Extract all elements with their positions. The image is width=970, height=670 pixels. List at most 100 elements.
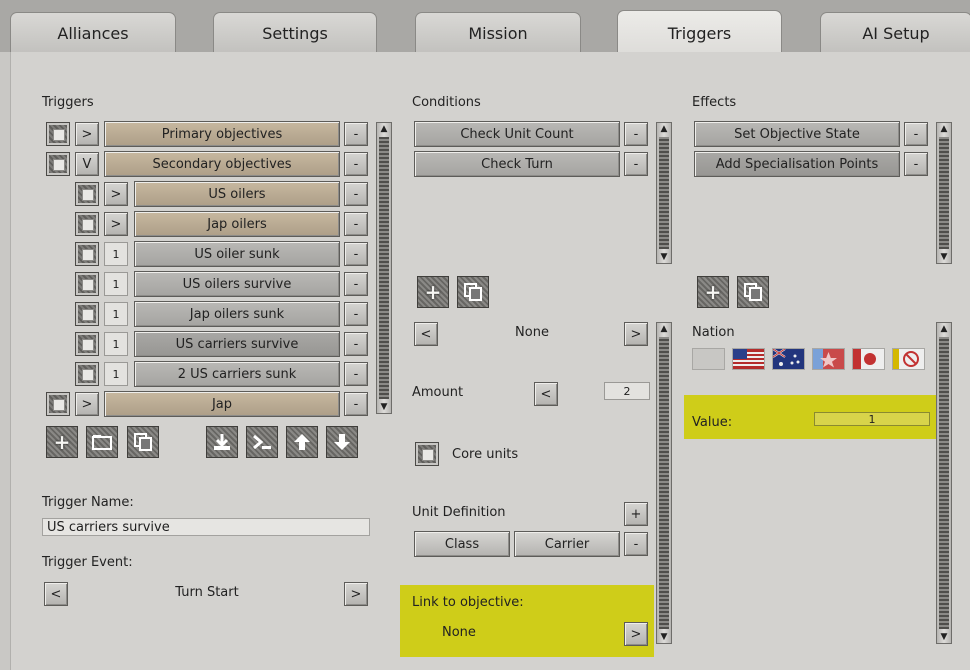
expand-button[interactable]: > <box>75 392 99 416</box>
scroll-up-icon[interactable]: ▲ <box>657 123 671 135</box>
trigger-checkbox[interactable] <box>75 272 99 296</box>
condition-item[interactable]: Check Turn <box>414 151 620 177</box>
value-input[interactable]: 1 <box>814 412 930 426</box>
conditions-scrollbar[interactable]: ▲ ▼ <box>656 122 672 264</box>
remove-effect-button[interactable]: - <box>904 152 928 176</box>
trigger-checkbox[interactable] <box>46 122 70 146</box>
trigger-item[interactable]: Jap oilers sunk <box>134 301 340 327</box>
trigger-item[interactable]: 2 US carriers sunk <box>134 361 340 387</box>
trigger-item[interactable]: US oilers survive <box>134 271 340 297</box>
scroll-thumb[interactable] <box>659 337 669 629</box>
move-down-icon[interactable] <box>326 426 358 458</box>
scroll-thumb[interactable] <box>379 137 389 399</box>
trigger-item-selected[interactable]: US carriers survive <box>134 331 340 357</box>
trigger-item[interactable]: Secondary objectives <box>104 151 340 177</box>
trigger-checkbox[interactable] <box>75 212 99 236</box>
red-star-flag-icon[interactable] <box>812 348 845 370</box>
scroll-up-icon[interactable]: ▲ <box>657 323 671 335</box>
remove-effect-button[interactable]: - <box>904 122 928 146</box>
effect-item-selected[interactable]: Add Specialisation Points <box>694 151 900 177</box>
copy-icon[interactable] <box>737 276 769 308</box>
trigger-item[interactable]: Jap oilers <box>134 211 340 237</box>
trigger-item[interactable]: Jap <box>104 391 340 417</box>
trigger-item[interactable]: US oiler sunk <box>134 241 340 267</box>
condition-prev-button[interactable]: < <box>414 322 438 346</box>
trigger-checkbox[interactable] <box>75 302 99 326</box>
none-flag-icon[interactable] <box>692 348 725 370</box>
amount-value[interactable]: 2 <box>604 382 650 400</box>
condition-next-button[interactable]: > <box>624 322 648 346</box>
remove-trigger-button[interactable]: - <box>344 242 368 266</box>
trigger-item[interactable]: US oilers <box>134 181 340 207</box>
trigger-checkbox[interactable] <box>75 362 99 386</box>
scroll-down-icon[interactable]: ▼ <box>377 401 391 413</box>
japan-flag-icon[interactable] <box>852 348 885 370</box>
core-units-checkbox[interactable] <box>415 442 439 466</box>
scroll-up-icon[interactable]: ▲ <box>937 123 951 135</box>
condition-details-scrollbar[interactable]: ▲ ▼ <box>656 322 672 644</box>
expand-button[interactable]: > <box>75 122 99 146</box>
class-button[interactable]: Class <box>414 531 510 557</box>
expand-button[interactable]: > <box>104 182 128 206</box>
tab-triggers[interactable]: Triggers <box>617 10 782 55</box>
trigger-checkbox[interactable] <box>75 332 99 356</box>
move-up-icon[interactable] <box>286 426 318 458</box>
scroll-down-icon[interactable]: ▼ <box>937 631 951 643</box>
remove-condition-button[interactable]: - <box>624 122 648 146</box>
condition-item[interactable]: Check Unit Count <box>414 121 620 147</box>
prohibited-flag-icon[interactable] <box>892 348 925 370</box>
trigger-checkbox[interactable] <box>46 392 70 416</box>
australia-flag-icon[interactable] <box>772 348 805 370</box>
tab-mission[interactable]: Mission <box>415 12 581 53</box>
effect-item[interactable]: Set Objective State <box>694 121 900 147</box>
remove-trigger-button[interactable]: - <box>344 122 368 146</box>
amount-decrease-button[interactable]: < <box>534 382 558 406</box>
scroll-thumb[interactable] <box>659 137 669 249</box>
add-unit-definition-button[interactable]: + <box>624 502 648 526</box>
tab-alliances[interactable]: Alliances <box>10 12 176 53</box>
italy-flag-icon[interactable] <box>732 348 765 370</box>
expand-button[interactable]: > <box>104 212 128 236</box>
folder-icon[interactable] <box>86 426 118 458</box>
add-icon[interactable]: + <box>46 426 78 458</box>
event-prev-button[interactable]: < <box>44 582 68 606</box>
add-icon[interactable]: + <box>697 276 729 308</box>
remove-trigger-button[interactable]: - <box>344 212 368 236</box>
trigger-name-input[interactable]: US carriers survive <box>42 518 370 536</box>
trigger-item[interactable]: Primary objectives <box>104 121 340 147</box>
expand-button[interactable]: V <box>75 152 99 176</box>
scroll-thumb[interactable] <box>939 137 949 249</box>
scroll-down-icon[interactable]: ▼ <box>657 631 671 643</box>
remove-trigger-button[interactable]: - <box>344 182 368 206</box>
remove-condition-button[interactable]: - <box>624 152 648 176</box>
remove-trigger-button[interactable]: - <box>344 362 368 386</box>
scroll-up-icon[interactable]: ▲ <box>377 123 391 135</box>
scroll-down-icon[interactable]: ▼ <box>657 251 671 263</box>
scroll-down-icon[interactable]: ▼ <box>937 251 951 263</box>
remove-unit-definition-button[interactable]: - <box>624 532 648 556</box>
remove-trigger-button[interactable]: - <box>344 392 368 416</box>
remove-trigger-button[interactable]: - <box>344 152 368 176</box>
nation-label: Nation <box>692 325 735 340</box>
triggers-scrollbar[interactable]: ▲ ▼ <box>376 122 392 414</box>
remove-trigger-button[interactable]: - <box>344 332 368 356</box>
scroll-up-icon[interactable]: ▲ <box>937 323 951 335</box>
event-next-button[interactable]: > <box>344 582 368 606</box>
scroll-thumb[interactable] <box>939 337 949 629</box>
tab-settings[interactable]: Settings <box>213 12 377 53</box>
remove-trigger-button[interactable]: - <box>344 272 368 296</box>
effect-details-scrollbar[interactable]: ▲ ▼ <box>936 322 952 644</box>
remove-trigger-button[interactable]: - <box>344 302 368 326</box>
carrier-button[interactable]: Carrier <box>514 531 620 557</box>
import-icon[interactable] <box>206 426 238 458</box>
console-icon[interactable] <box>246 426 278 458</box>
add-icon[interactable]: + <box>417 276 449 308</box>
trigger-checkbox[interactable] <box>75 242 99 266</box>
tab-ai-setup[interactable]: AI Setup <box>820 12 970 53</box>
link-objective-next-button[interactable]: > <box>624 622 648 646</box>
trigger-checkbox[interactable] <box>46 152 70 176</box>
copy-icon[interactable] <box>457 276 489 308</box>
trigger-checkbox[interactable] <box>75 182 99 206</box>
copy-icon[interactable] <box>127 426 159 458</box>
effects-scrollbar[interactable]: ▲ ▼ <box>936 122 952 264</box>
